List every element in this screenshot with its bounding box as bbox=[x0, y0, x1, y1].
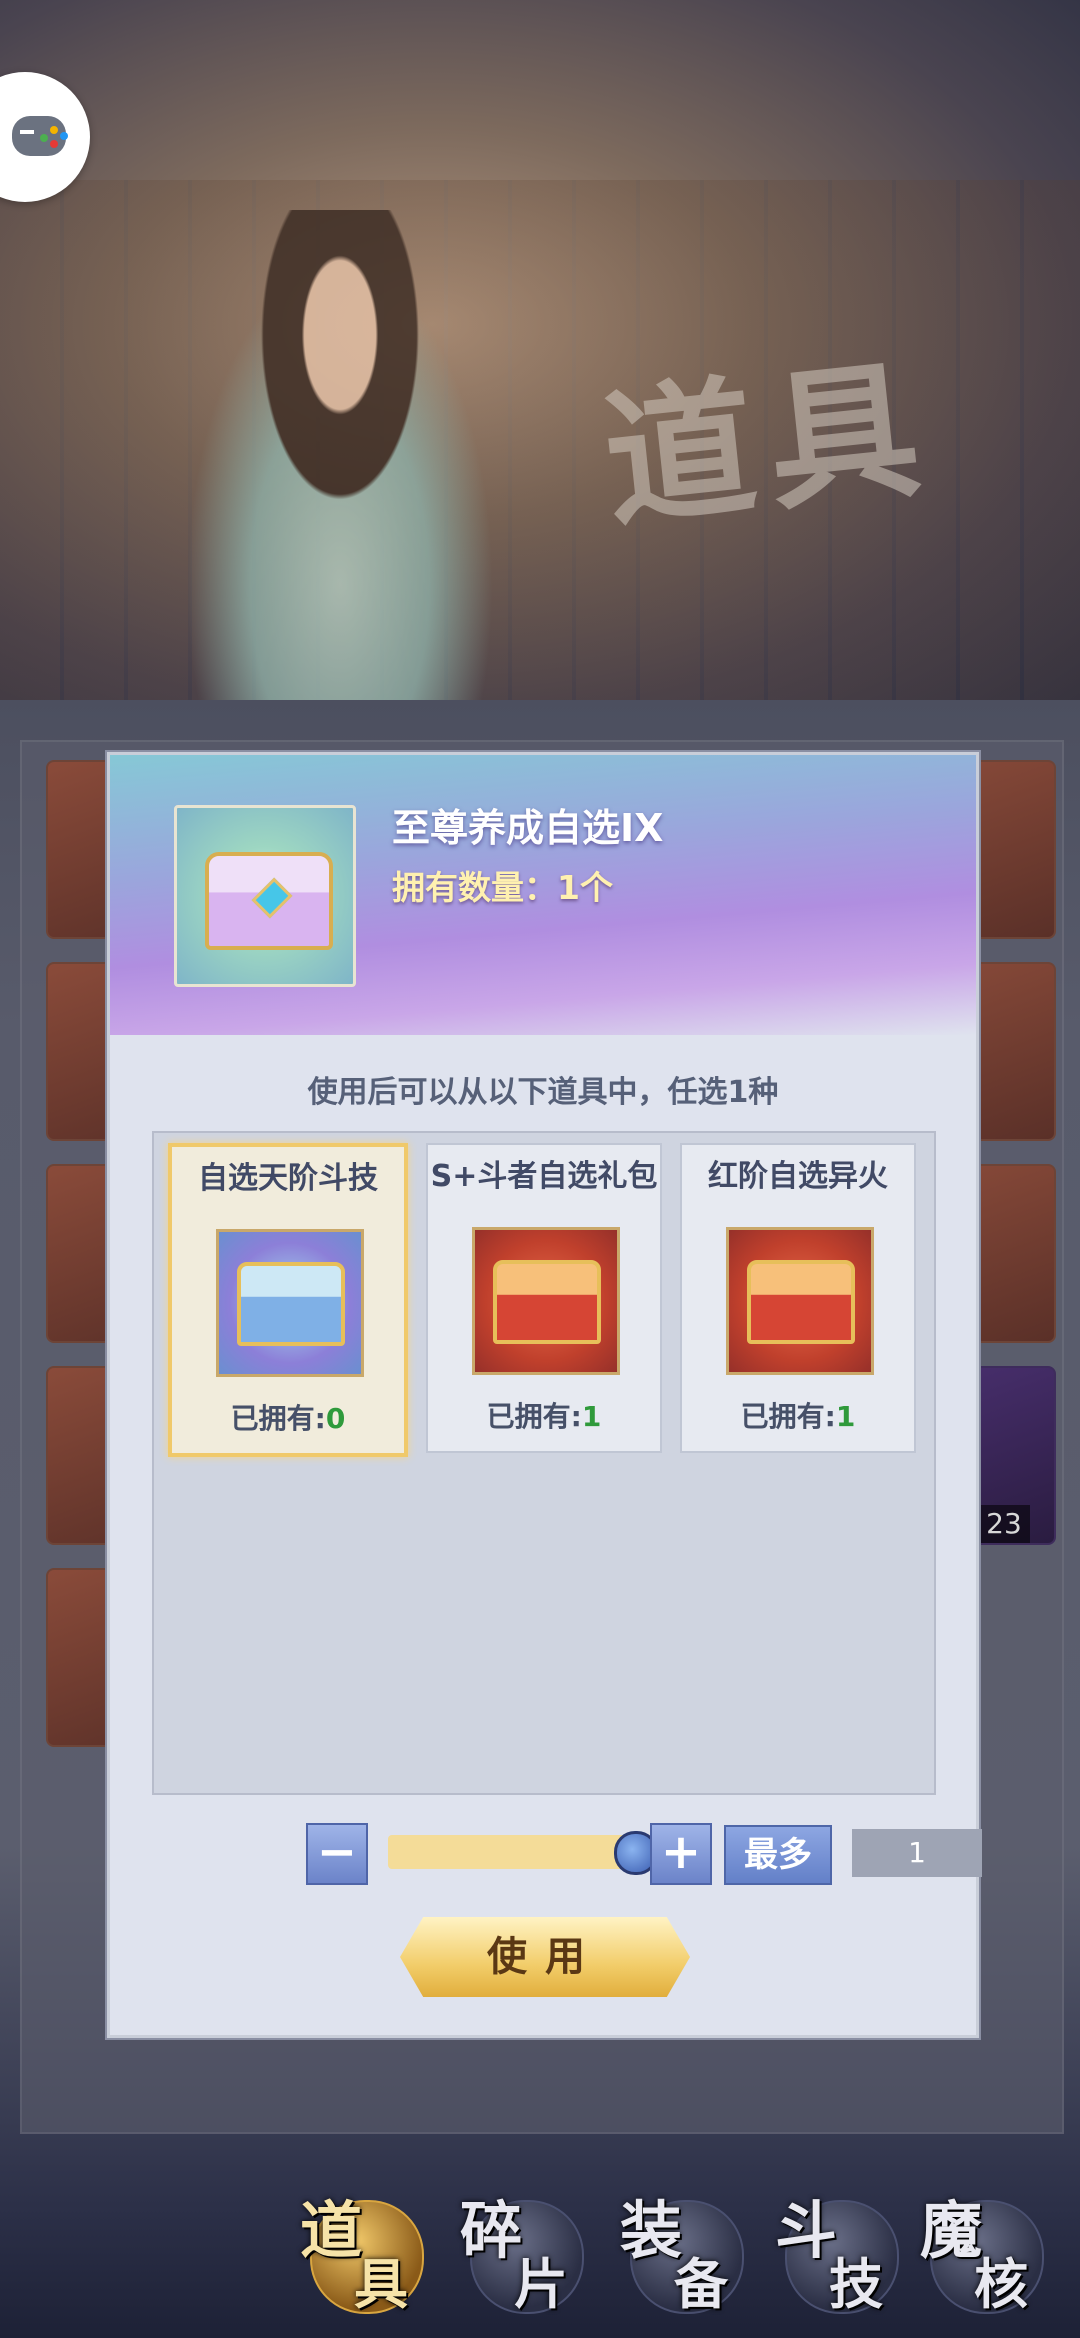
options-panel: 自选天阶斗技 已拥有:0 S+斗者自选礼包 已拥有:1 红阶自选异火 已拥有:1 bbox=[152, 1131, 936, 1795]
tab-magic-core[interactable]: 魔 核 bbox=[920, 2170, 1044, 2316]
tab-char: 片 bbox=[514, 2252, 568, 2316]
owned-value: 1 bbox=[835, 1400, 856, 1433]
option-label: S+斗者自选礼包 bbox=[430, 1159, 658, 1194]
slot-count-badge: 23 bbox=[978, 1505, 1030, 1543]
splus-chest-icon bbox=[472, 1227, 620, 1375]
owned-label: 已拥有: bbox=[740, 1400, 836, 1433]
use-button[interactable]: 使用 bbox=[400, 1917, 690, 1997]
tab-char: 装 bbox=[620, 2194, 683, 2267]
decrease-button[interactable]: − bbox=[306, 1823, 368, 1885]
gem-icon bbox=[251, 877, 293, 919]
tab-char: 具 bbox=[354, 2252, 408, 2316]
skill-chest-icon bbox=[216, 1229, 364, 1377]
quantity-slider[interactable] bbox=[388, 1831, 658, 1875]
tab-items[interactable]: 道 具 bbox=[300, 2170, 424, 2316]
bottom-nav: 道 具 碎 片 装 备 斗 技 魔 核 bbox=[0, 2150, 1080, 2338]
option-card[interactable]: 自选天阶斗技 已拥有:0 bbox=[168, 1143, 408, 1457]
tab-char: 魔 bbox=[920, 2194, 983, 2267]
fire-chest-icon bbox=[726, 1227, 874, 1375]
item-use-dialog: 至尊养成自选IX 拥有数量：1个 使用后可以从以下道具中，任选1种 自选天阶斗技… bbox=[107, 752, 982, 2038]
increase-button[interactable]: + bbox=[650, 1823, 712, 1885]
chest-icon bbox=[493, 1260, 601, 1344]
option-owned: 已拥有:1 bbox=[428, 1395, 660, 1435]
tab-char: 斗 bbox=[775, 2194, 838, 2267]
max-button[interactable]: 最多 bbox=[724, 1825, 832, 1885]
gamepad-icon bbox=[12, 116, 66, 156]
option-owned: 已拥有:1 bbox=[682, 1395, 914, 1435]
selection-instruction: 使用后可以从以下道具中，任选1种 bbox=[307, 1075, 779, 1110]
item-name: 至尊养成自选IX bbox=[392, 806, 664, 850]
tab-char: 碎 bbox=[460, 2194, 523, 2267]
chest-icon bbox=[747, 1260, 855, 1344]
tab-char: 备 bbox=[674, 2252, 728, 2316]
tab-char: 核 bbox=[974, 2252, 1028, 2316]
chest-icon bbox=[205, 852, 333, 950]
item-owned-count: 拥有数量：1个 bbox=[392, 868, 613, 907]
owned-value: 1 bbox=[581, 1400, 602, 1433]
item-chest-icon bbox=[174, 805, 356, 987]
owned-label: 已拥有: bbox=[230, 1402, 326, 1435]
option-label: 红阶自选异火 bbox=[708, 1159, 888, 1194]
character-illustration bbox=[160, 210, 520, 710]
owned-label: 已拥有: bbox=[486, 1400, 582, 1433]
tab-equipment[interactable]: 装 备 bbox=[620, 2170, 744, 2316]
option-card[interactable]: S+斗者自选礼包 已拥有:1 bbox=[426, 1143, 662, 1453]
tab-char: 道 bbox=[300, 2194, 363, 2267]
tab-fragments[interactable]: 碎 片 bbox=[460, 2170, 584, 2316]
owned-value: 0 bbox=[325, 1402, 346, 1435]
quantity-input[interactable]: 1 bbox=[852, 1829, 982, 1877]
option-card[interactable]: 红阶自选异火 已拥有:1 bbox=[680, 1143, 916, 1453]
chest-icon bbox=[237, 1262, 345, 1346]
option-label: 自选天阶斗技 bbox=[198, 1161, 378, 1196]
quantity-controls: − + 最多 1 bbox=[198, 1823, 982, 1885]
tab-char: 技 bbox=[829, 2252, 883, 2316]
tab-skills[interactable]: 斗 技 bbox=[775, 2170, 899, 2316]
dialog-header: 至尊养成自选IX 拥有数量：1个 bbox=[110, 755, 976, 1035]
option-owned: 已拥有:0 bbox=[172, 1397, 404, 1437]
